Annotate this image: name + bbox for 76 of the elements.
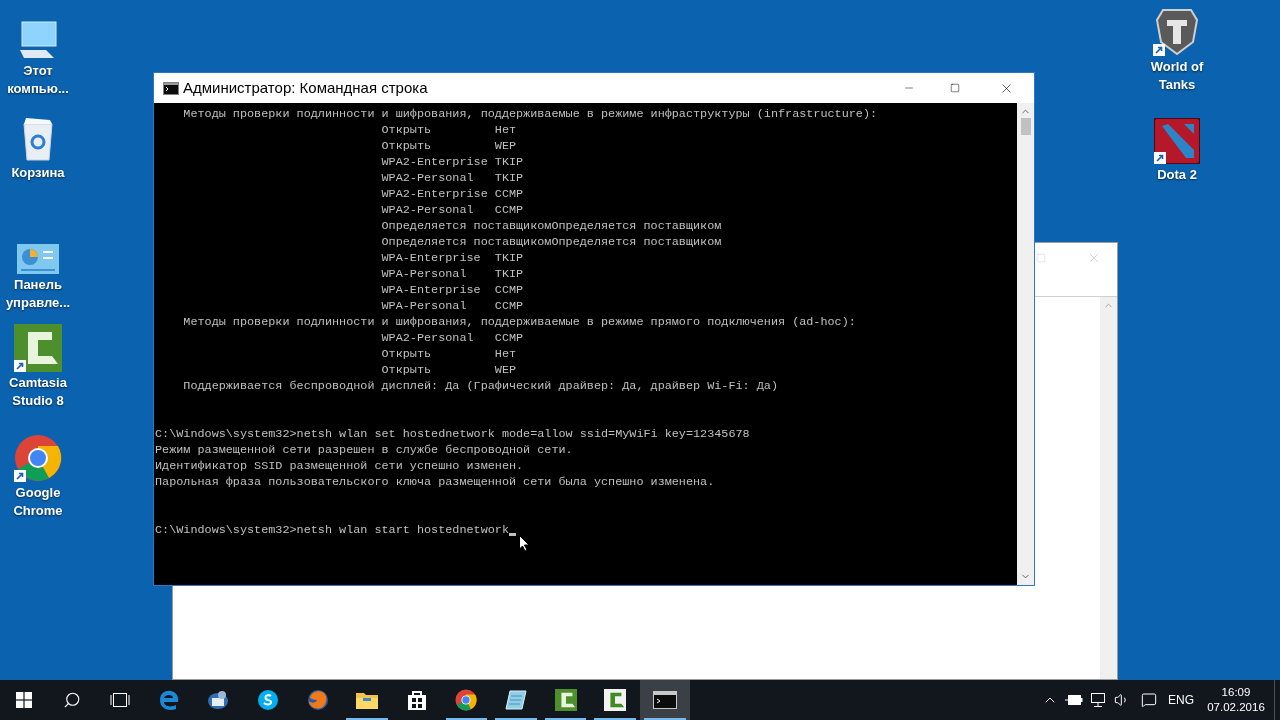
taskbar-app-button[interactable] [639, 680, 690, 720]
console-line: WPA2-Personal CCMP [380, 330, 524, 346]
network-monitor-icon [1089, 692, 1107, 708]
camtasia-logo-icon [604, 689, 627, 711]
running-indicator [643, 718, 686, 720]
console-line: WPA-Personal CCMP [380, 298, 524, 314]
console-line: WPA-Personal TKIP [380, 266, 524, 282]
fox-globe-icon [306, 689, 329, 711]
console-line: Поддерживается беспроводной дисплей: Да (Графический драйвер: Да, драйвер Wi-Fi: Да) [182, 378, 778, 394]
scrollbar-thumb[interactable] [1020, 118, 1031, 135]
maximize-icon [950, 83, 960, 93]
scrollbar[interactable] [1100, 297, 1117, 679]
console-line: Открыть Нет [380, 346, 517, 362]
language-indicator[interactable]: ENG [1164, 680, 1198, 720]
console-line: WPA-Enterprise TKIP [380, 250, 524, 266]
chrome-logo-icon [14, 434, 62, 482]
shopping-bag-icon [405, 689, 428, 711]
console-line: WPA2-Enterprise CCMP [380, 186, 524, 202]
camtasia-logo-icon [554, 689, 577, 711]
windows-logo-icon [16, 692, 32, 708]
console-line: Методы проверки подлинности и шифрования, поддерживаемые в режиме прямого подключения (ad-hoc): [182, 314, 856, 330]
notepad-icon [503, 689, 528, 711]
console-line: Идентификатор SSID размещенной сети успешно изменен. [155, 458, 524, 474]
running-indicator [445, 718, 488, 720]
desktop-icon-label[interactable]: Панель управле... [0, 276, 76, 312]
console-line: Методы проверки подлинности и шифрования, поддерживаемые в режиме инфраструктуры (infrastructure): [182, 106, 878, 122]
dota-logo-icon [1154, 118, 1200, 164]
shortcut-arrow-icon [1153, 44, 1165, 56]
running-indicator [495, 718, 537, 720]
console-line: C:\Windows\system32>netsh wlan set hostednetwork mode=allow ssid=MyWiFi key=12345678 [155, 426, 750, 442]
terminal-icon [652, 691, 677, 709]
console-line: WPA2-Personal CCMP [380, 202, 524, 218]
console-line: WPA2-Personal TKIP [380, 170, 524, 186]
plug-battery-icon [1065, 694, 1083, 706]
scrollbar[interactable] [1017, 103, 1034, 585]
terminal-icon [163, 81, 179, 95]
clock-date: 07.02.2016 [1207, 700, 1265, 715]
clock-time: 16:09 [1221, 685, 1251, 700]
close-icon [1087, 251, 1101, 265]
console-line: Определяется поставщикомОпределяется поставщиком [380, 234, 722, 250]
control-panel-icon [17, 244, 59, 274]
maximize-icon [1036, 253, 1046, 263]
search-icon [63, 691, 81, 709]
skype-logo-icon [257, 689, 279, 711]
clock[interactable]: 16:09 07.02.2016 [1198, 680, 1274, 720]
desktop-icon-label[interactable]: Корзина [11, 164, 65, 182]
running-indicator [544, 718, 587, 720]
console-line: Открыть WEP [380, 138, 517, 154]
browser-e-icon [157, 689, 180, 711]
console-line: Открыть WEP [380, 362, 517, 378]
desktop-icon-label[interactable]: World of Tanks [1139, 58, 1215, 94]
console-line: Парольная фраза пользовательского ключа размещенной сети была успешно изменена. [155, 474, 715, 490]
running-indicator [346, 718, 388, 720]
console-line: C:\Windows\system32>netsh wlan start hostednetwork [155, 522, 509, 538]
desktop-icon-label[interactable]: Camtasia Studio 8 [0, 374, 76, 410]
desktop-icon-label[interactable]: Google Chrome [0, 484, 76, 520]
running-indicator [594, 718, 636, 720]
desktop-icon-label[interactable]: Этот компью... [0, 62, 76, 98]
desktop-icon-label[interactable]: Dota 2 [1157, 166, 1197, 184]
shortcut-arrow-icon [14, 360, 26, 372]
text-cursor [508, 533, 516, 536]
console-line: Открыть Нет [380, 122, 517, 138]
console-line: Определяется поставщикомОпределяется поставщиком [380, 218, 722, 234]
shortcut-arrow-icon [1154, 152, 1166, 164]
shortcut-arrow-icon [14, 470, 26, 482]
notification-icon [1141, 692, 1157, 708]
camtasia-logo-icon [14, 324, 62, 372]
task-view-icon [110, 692, 130, 708]
mouse-pointer-icon [519, 535, 530, 552]
window-title: Администратор: Командная строка [183, 77, 428, 98]
console-line: Режим размещенной сети разрешен в службе беспроводной сети. [155, 442, 573, 458]
helmet-logo-icon [1153, 6, 1201, 56]
console-line: WPA-Enterprise CCMP [380, 282, 524, 298]
folder-icon [355, 690, 380, 710]
console-line: WPA2-Enterprise TKIP [380, 154, 524, 170]
chrome-logo-icon [455, 689, 478, 711]
